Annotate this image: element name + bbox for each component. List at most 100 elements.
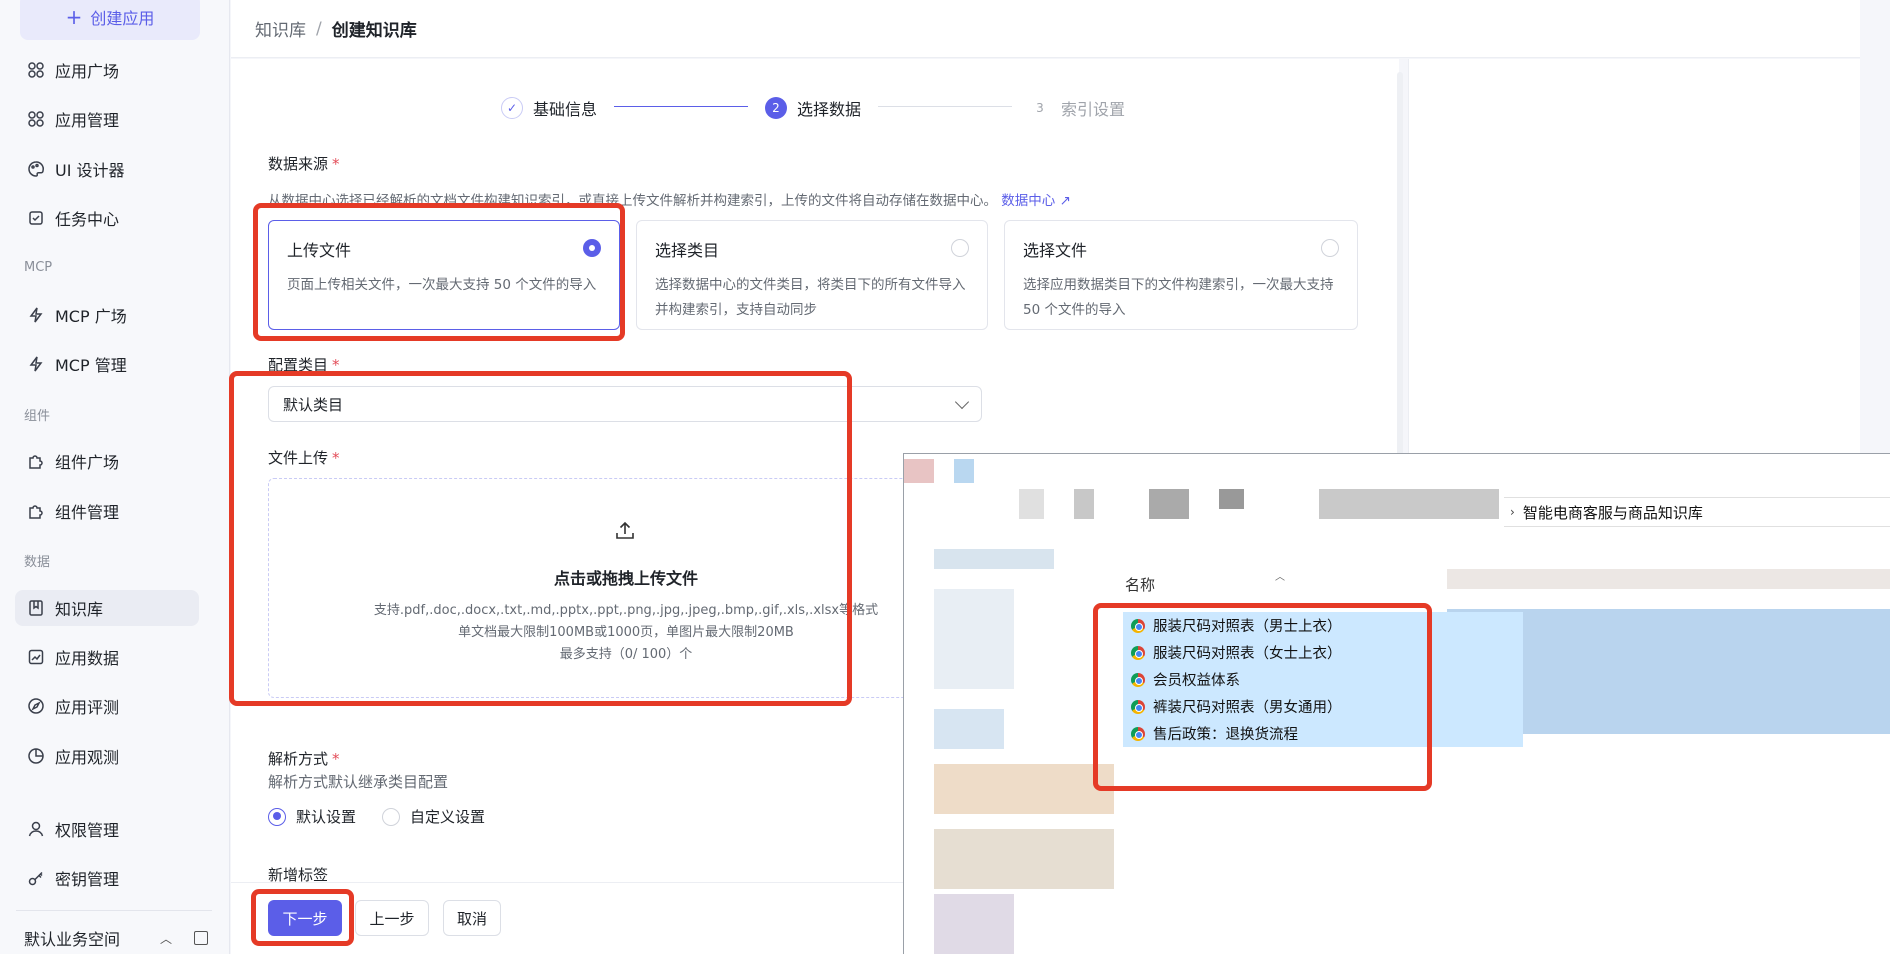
sidebar-item-label: MCP 广场: [55, 307, 127, 326]
palette-icon: [27, 160, 45, 178]
upload-formats: 支持.pdf,.doc,.docx,.txt,.md,.pptx,.ppt,.p…: [373, 603, 879, 618]
label-text: 解析方式: [268, 750, 329, 768]
file-row[interactable]: 裤装尺码对照表（男女通用）: [1123, 693, 1523, 720]
sidebar-item-label: 应用广场: [55, 62, 120, 81]
blurred-region: [1319, 489, 1499, 519]
page-title: 创建知识库: [331, 21, 417, 41]
sidebar-item-knowledge-base[interactable]: 知识库: [15, 590, 199, 626]
upload-count: 最多支持（0/ 100）个: [559, 647, 693, 662]
blurred-region: [904, 459, 934, 483]
step-label: 选择数据: [797, 100, 862, 119]
required-mark: *: [332, 750, 340, 768]
check-icon: ✓: [501, 97, 523, 119]
cancel-button[interactable]: 取消: [443, 900, 501, 936]
blurred-region: [934, 764, 1114, 814]
required-mark: *: [332, 155, 340, 173]
data-source-desc: 从数据中心选择已经解析的文档文件构建知识索引，或直接上传文件解析并构建索引，上传…: [268, 189, 1071, 209]
sidebar-item-permission[interactable]: 权限管理: [15, 811, 199, 847]
breadcrumb-knowledge-base[interactable]: 知识库: [255, 16, 306, 41]
chevron-up-icon: ︿: [160, 931, 173, 946]
file-upload-dropzone[interactable]: 点击或拖拽上传文件 支持.pdf,.doc,.docx,.txt,.md,.pp…: [268, 478, 982, 698]
sidebar-item-key-manage[interactable]: 密钥管理: [15, 860, 199, 896]
blurred-region: [1447, 569, 1890, 589]
workspace-switcher[interactable]: 默认业务空间 ︿: [24, 926, 214, 950]
chrome-file-icon: [1131, 645, 1145, 660]
upload-title: 点击或拖拽上传文件: [553, 569, 698, 588]
source-card-desc: 选择应用数据类目下的文件构建索引，一次最大支持 50 个文件的导入: [1023, 277, 1334, 318]
next-button[interactable]: 下一步: [268, 900, 342, 936]
sidebar-item-app-observe[interactable]: 应用观测: [15, 738, 199, 774]
upload-label: 文件上传 *: [268, 447, 340, 468]
chart-icon: [27, 648, 45, 666]
source-card-title: 选择文件: [1023, 241, 1088, 260]
explorer-path: 智能电商客服与商品知识库: [1522, 503, 1703, 522]
column-header-name[interactable]: 名称: [1125, 574, 1155, 595]
radio-custom-setting[interactable]: [382, 807, 401, 826]
file-row[interactable]: 服装尺码对照表（男士上衣）: [1123, 612, 1523, 639]
prev-button[interactable]: 上一步: [355, 900, 429, 936]
file-explorer-window[interactable]: › 智能电商客服与商品知识库 名称 ︿ 服装尺码对照表（男士上衣） 服装尺码对照…: [903, 453, 1890, 954]
sidebar-item-component-manage[interactable]: 组件管理: [15, 493, 199, 529]
file-name: 服装尺码对照表（男士上衣）: [1153, 619, 1342, 635]
label-text: 数据来源: [268, 155, 329, 173]
source-card-title: 上传文件: [287, 241, 352, 260]
radio-label: 默认设置: [296, 808, 357, 826]
radio-unselected[interactable]: [951, 239, 969, 257]
parse-mode-label: 解析方式 *: [268, 748, 340, 769]
step-index-settings[interactable]: 3 索引设置: [1029, 96, 1125, 120]
sidebar-item-label: 应用评测: [55, 698, 120, 717]
pie-icon: [27, 747, 45, 765]
blurred-region: [934, 829, 1114, 889]
data-source-label: 数据来源 *: [268, 153, 340, 174]
blurred-region: [934, 589, 1014, 689]
explorer-address-bar[interactable]: › 智能电商客服与商品知识库: [1504, 497, 1890, 527]
step-basic-info[interactable]: ✓ 基础信息: [501, 96, 597, 120]
radio-default-setting[interactable]: [268, 807, 286, 826]
radio-unselected[interactable]: [1321, 239, 1339, 257]
sidebar-item-task-center[interactable]: 任务中心: [15, 200, 199, 236]
file-row[interactable]: 服装尺码对照表（女士上衣）: [1123, 639, 1523, 666]
compass-icon: [27, 697, 45, 715]
desc-text: 从数据中心选择已经解析的文档文件构建知识索引，或直接上传文件解析并构建索引，上传…: [268, 193, 997, 209]
sidebar-item-label: 应用数据: [55, 649, 120, 668]
panel-toggle-icon[interactable]: [194, 931, 209, 945]
sidebar-item-label: 组件管理: [55, 503, 120, 522]
source-card-category[interactable]: 选择类目 选择数据中心的文件类目，将类目下的所有文件导入并构建索引，支持自动同步: [636, 220, 988, 330]
source-card-upload[interactable]: 上传文件 页面上传相关文件，一次最大支持 50 个文件的导入: [268, 220, 620, 330]
sidebar-item-label: 组件广场: [55, 453, 120, 472]
sidebar-item-component-square[interactable]: 组件广场: [15, 443, 199, 479]
source-card-file[interactable]: 选择文件 选择应用数据类目下的文件构建索引，一次最大支持 50 个文件的导入: [1004, 220, 1358, 330]
sidebar-item-ui-designer[interactable]: UI 设计器: [15, 151, 199, 187]
upload-icon: [616, 521, 634, 539]
sidebar-item-app-eval[interactable]: 应用评测: [15, 688, 199, 724]
chevron-right-icon: ›: [1510, 505, 1515, 519]
radio-selected[interactable]: [583, 239, 601, 257]
file-row[interactable]: 会员权益体系: [1123, 666, 1523, 693]
step-select-data[interactable]: 2 选择数据: [765, 96, 861, 120]
sidebar-item-app-data[interactable]: 应用数据: [15, 639, 199, 675]
plus-icon: +: [65, 5, 83, 29]
group-label-component: 组件: [24, 409, 51, 424]
blurred-region: [1219, 489, 1244, 509]
sidebar-item-label: 任务中心: [55, 210, 120, 229]
sidebar-item-app-manage[interactable]: 应用管理: [15, 101, 199, 137]
lightning-icon: [27, 355, 45, 373]
sidebar-item-label: 密钥管理: [55, 870, 120, 889]
parse-mode-desc: 解析方式默认继承类目配置: [268, 773, 449, 791]
category-select[interactable]: 默认类目: [268, 386, 982, 422]
required-mark: *: [332, 356, 340, 374]
parse-mode-radio-group: 默认设置 自定义设置: [268, 806, 485, 827]
chevron-down-icon: [954, 394, 970, 410]
sidebar-item-app-square[interactable]: 应用广场: [15, 52, 199, 88]
data-center-link[interactable]: 数据中心 ↗: [1001, 193, 1071, 209]
sidebar-item-label: 应用管理: [55, 111, 120, 130]
sidebar-item-mcp-square[interactable]: MCP 广场: [15, 297, 199, 333]
file-row[interactable]: 售后政策：退换货流程: [1123, 720, 1523, 747]
chrome-file-icon: [1131, 726, 1145, 741]
create-app-button[interactable]: + 创建应用: [20, 0, 200, 40]
blurred-region: [1074, 489, 1094, 519]
sidebar-item-mcp-manage[interactable]: MCP 管理: [15, 346, 199, 382]
chrome-file-icon: [1131, 618, 1145, 633]
step-number: 2: [765, 97, 787, 119]
key-icon: [27, 869, 45, 887]
